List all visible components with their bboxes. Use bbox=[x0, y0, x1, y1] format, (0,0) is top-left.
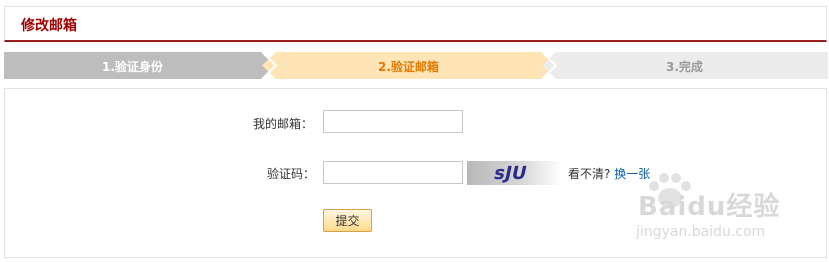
baidu-watermark: Baidu经验 jingyan.baidu.com bbox=[632, 172, 822, 252]
captcha-graphic: sJU bbox=[467, 161, 561, 185]
page-header: 修改邮箱 bbox=[4, 6, 827, 42]
captcha-hint-text: 看不清? bbox=[568, 167, 611, 181]
progress-steps: 1.验证身份 2.验证邮箱 3.完成 bbox=[4, 52, 828, 79]
captcha-image[interactable]: sJU bbox=[467, 161, 561, 185]
email-label: 我的邮箱： bbox=[253, 117, 314, 131]
step-2-label: 2.验证邮箱 bbox=[378, 60, 439, 74]
step-1-label: 1.验证身份 bbox=[102, 60, 163, 74]
email-input[interactable] bbox=[323, 110, 463, 133]
page-title: 修改邮箱 bbox=[21, 18, 77, 34]
watermark-url: jingyan.baidu.com bbox=[636, 224, 766, 240]
watermark-title: Baidu经验 bbox=[638, 192, 781, 222]
submit-button[interactable]: 提交 bbox=[323, 209, 372, 232]
captcha-text: sJU bbox=[492, 163, 528, 184]
captcha-input[interactable] bbox=[323, 161, 463, 184]
step-3-label: 3.完成 bbox=[666, 60, 703, 74]
captcha-label: 验证码： bbox=[267, 167, 316, 181]
